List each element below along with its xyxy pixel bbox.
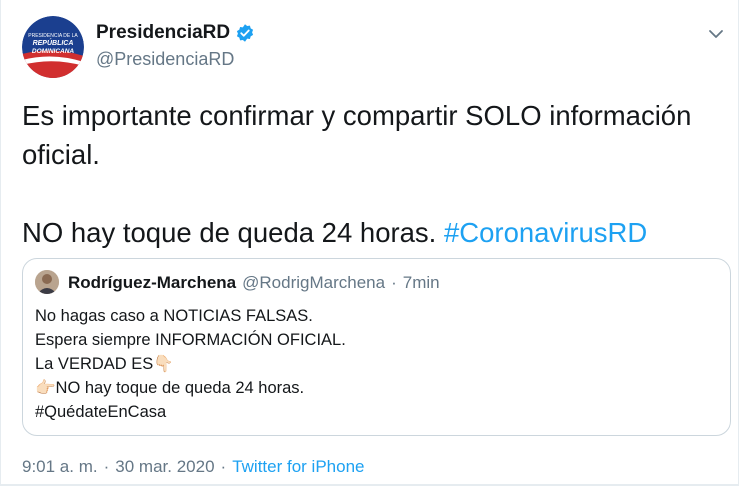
quoted-avatar	[35, 270, 59, 294]
svg-text:REPÚBLICA: REPÚBLICA	[33, 38, 74, 47]
display-name[interactable]: PresidenciaRD	[96, 22, 230, 44]
quoted-text: No hagas caso a NOTICIAS FALSAS. Espera …	[35, 304, 346, 424]
quoted-time: 7min	[402, 273, 440, 292]
footer-separator: ·	[103, 457, 110, 476]
quoted-separator: ·	[391, 273, 397, 292]
presidencia-logo-icon: PRESIDENCIA DE LA REPÚBLICA DOMINICANA	[22, 16, 84, 78]
author-handle[interactable]: @PresidenciaRD	[96, 49, 234, 70]
footer-separator: ·	[220, 457, 227, 476]
svg-text:PRESIDENCIA DE LA: PRESIDENCIA DE LA	[28, 33, 78, 39]
quoted-line: La VERDAD ES👇🏻	[35, 355, 174, 373]
tweet-line-1: Es importante confirmar y compartir SOLO…	[22, 100, 700, 170]
quoted-handle: @RodrigMarchena	[242, 273, 386, 292]
avatar[interactable]: PRESIDENCIA DE LA REPÚBLICA DOMINICANA	[22, 16, 84, 78]
svg-text:DOMINICANA: DOMINICANA	[32, 48, 75, 55]
hashtag-link[interactable]: #CoronavirusRD	[444, 217, 647, 248]
tweet-date[interactable]: 30 mar. 2020	[115, 457, 214, 477]
tweet-line-2: NO hay toque de queda 24 horas.	[22, 217, 437, 248]
quoted-line: #QuédateEnCasa	[35, 403, 167, 421]
tweet-time[interactable]: 9:01 a. m.	[22, 457, 98, 477]
tweet-footer: 9:01 a. m. · 30 mar. 2020 · Twitter for …	[22, 457, 364, 477]
quoted-line: 👉🏻NO hay toque de queda 24 horas.	[35, 379, 305, 397]
quoted-header: Rodríguez-Marchena @RodrigMarchena · 7mi…	[68, 273, 440, 293]
tweet-card: PRESIDENCIA DE LA REPÚBLICA DOMINICANA P…	[0, 0, 739, 486]
quoted-tweet[interactable]: Rodríguez-Marchena @RodrigMarchena · 7mi…	[22, 258, 731, 436]
tweet-source-link[interactable]: Twitter for iPhone	[232, 457, 364, 477]
quoted-line: Espera siempre INFORMACIÓN OFICIAL.	[35, 331, 346, 349]
quoted-line: No hagas caso a NOTICIAS FALSAS.	[35, 307, 313, 325]
author-name-row[interactable]: PresidenciaRD	[96, 22, 255, 44]
person-avatar-icon	[35, 270, 59, 294]
chevron-down-icon[interactable]	[706, 24, 726, 44]
verified-badge-icon	[237, 24, 254, 42]
quoted-display-name: Rodríguez-Marchena	[68, 273, 237, 292]
tweet-text: Es importante confirmar y compartir SOLO…	[22, 96, 728, 252]
